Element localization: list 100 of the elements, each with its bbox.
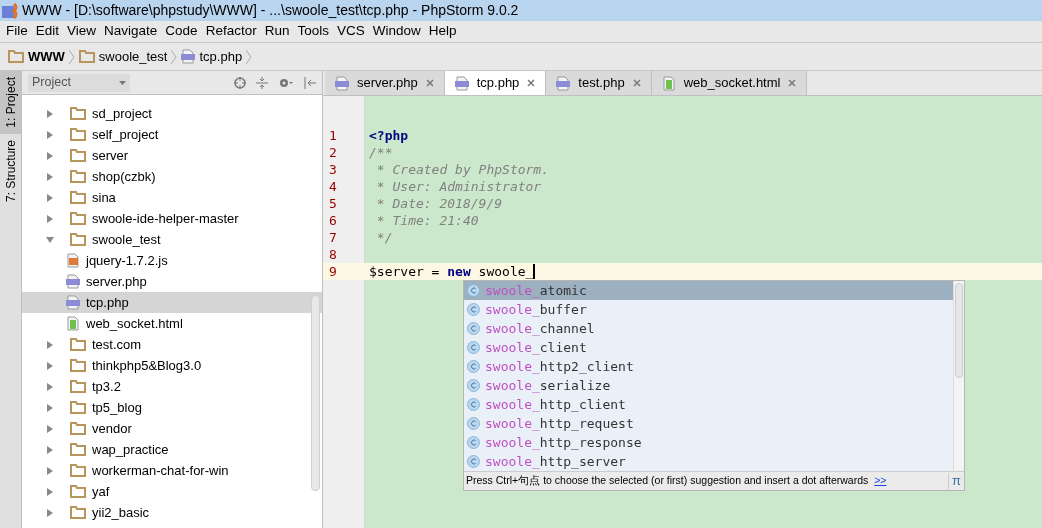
- class-icon: [467, 379, 480, 392]
- completion-item[interactable]: swoole_buffer: [464, 300, 953, 319]
- class-icon: [467, 417, 480, 430]
- collapse-arrow-icon[interactable]: [46, 235, 54, 244]
- expand-arrow-icon[interactable]: [46, 403, 54, 412]
- completion-item[interactable]: swoole_channel: [464, 319, 953, 338]
- editor-tab[interactable]: server.php: [325, 71, 445, 95]
- tree-item[interactable]: server.php: [22, 271, 322, 292]
- breadcrumb[interactable]: swoole_test: [98, 46, 168, 67]
- tree-item[interactable]: self_project: [22, 124, 322, 145]
- html-file-icon: [66, 316, 80, 331]
- completion-item[interactable]: swoole_http_request: [464, 414, 953, 433]
- completion-item[interactable]: swoole_serialize: [464, 376, 953, 395]
- expand-arrow-icon[interactable]: [46, 130, 54, 139]
- menu-item[interactable]: Edit: [31, 21, 64, 42]
- editor-tab[interactable]: test.php: [546, 71, 652, 95]
- more-link[interactable]: >>: [874, 473, 887, 489]
- pi-button[interactable]: π: [948, 472, 964, 490]
- code-line: /**: [368, 143, 393, 162]
- scrollbar[interactable]: [311, 295, 320, 491]
- code-line: $server = new swoole_: [368, 262, 534, 281]
- settings-icon[interactable]: [278, 76, 294, 89]
- menu-item[interactable]: Navigate: [100, 21, 162, 42]
- close-icon[interactable]: [632, 79, 641, 87]
- expand-arrow-icon[interactable]: [46, 424, 54, 433]
- php-file-icon: [454, 75, 469, 91]
- line-number: 6: [328, 211, 338, 230]
- expand-arrow-icon[interactable]: [46, 193, 54, 202]
- expand-arrow-icon[interactable]: [46, 214, 54, 223]
- editor-tab[interactable]: web_socket.html: [651, 71, 808, 95]
- breadcrumb[interactable]: WWW: [28, 46, 65, 67]
- folder-icon: [70, 464, 86, 477]
- class-icon: [467, 360, 480, 373]
- tree-item[interactable]: yaf: [22, 481, 322, 502]
- js-file-icon: [66, 253, 80, 268]
- menu-item[interactable]: Code: [161, 21, 202, 42]
- tree-item[interactable]: shop(czbk): [22, 166, 322, 187]
- expand-arrow-icon[interactable]: [46, 109, 54, 118]
- expand-arrow-icon[interactable]: [46, 445, 54, 454]
- crosshair-icon[interactable]: [234, 76, 246, 89]
- tree-item[interactable]: thinkphp5&Blog3.0: [22, 355, 322, 376]
- code-line: * Time: 21:40: [375, 211, 479, 230]
- menu-item[interactable]: Refactor: [201, 21, 261, 42]
- tree-item[interactable]: workerman-chat-for-win: [22, 460, 322, 481]
- collapse-all-icon[interactable]: [256, 76, 268, 89]
- editor-tab[interactable]: tcp.php: [444, 71, 547, 95]
- tree-item[interactable]: swoole-ide-helper-master: [22, 208, 322, 229]
- tree-item[interactable]: tcp.php: [22, 292, 322, 313]
- line-number: 3: [328, 160, 338, 179]
- line-number: 1: [328, 126, 338, 145]
- tree-item[interactable]: vendor: [22, 418, 322, 439]
- hide-panel-icon[interactable]: [304, 76, 316, 89]
- completion-item[interactable]: swoole_atomic: [464, 281, 953, 300]
- tool-window-tab[interactable]: 1: Project: [0, 71, 21, 134]
- close-icon[interactable]: [527, 79, 536, 87]
- tree-item[interactable]: test.com: [22, 334, 322, 355]
- tree-item[interactable]: web_socket.html: [22, 313, 322, 334]
- expand-arrow-icon[interactable]: [46, 508, 54, 517]
- tree-item[interactable]: yii2_basic: [22, 502, 322, 523]
- php-file-icon: [66, 274, 80, 289]
- close-icon[interactable]: [788, 79, 797, 87]
- tool-window-tab[interactable]: 7: Structure: [0, 133, 21, 208]
- tree-item[interactable]: tp3.2: [22, 376, 322, 397]
- completion-item[interactable]: swoole_http_server: [464, 452, 953, 471]
- close-icon[interactable]: [425, 79, 434, 87]
- folder-icon: [70, 380, 86, 393]
- window-title: WWW - [D:\software\phpstudy\WWW] - ...\swoole_test\tcp.php - PhpStorm 9.0.2: [22, 1, 519, 20]
- completion-item[interactable]: swoole_http2_client: [464, 357, 953, 376]
- app-icon: [2, 2, 18, 19]
- completion-item[interactable]: swoole_client: [464, 338, 953, 357]
- menu-item[interactable]: File: [2, 21, 32, 42]
- tree-item[interactable]: jquery-1.7.2.js: [22, 250, 322, 271]
- tree-item[interactable]: wap_practice: [22, 439, 322, 460]
- scrollbar[interactable]: [955, 283, 963, 378]
- expand-arrow-icon[interactable]: [46, 361, 54, 370]
- completion-item[interactable]: swoole_http_response: [464, 433, 953, 452]
- tree-item[interactable]: sina: [22, 187, 322, 208]
- expand-arrow-icon[interactable]: [46, 487, 54, 496]
- class-icon: [467, 303, 480, 316]
- menu-item[interactable]: Help: [424, 21, 461, 42]
- tree-item[interactable]: swoole_test: [22, 229, 322, 250]
- menu-item[interactable]: Window: [368, 21, 425, 42]
- expand-arrow-icon[interactable]: [46, 382, 54, 391]
- folder-icon: [70, 359, 86, 372]
- project-view-dropdown[interactable]: Project: [28, 73, 130, 92]
- class-icon: [467, 322, 480, 335]
- tree-item[interactable]: tp5_blog: [22, 397, 322, 418]
- menu-item[interactable]: Run: [260, 21, 294, 42]
- menu-item[interactable]: VCS: [332, 21, 369, 42]
- expand-arrow-icon[interactable]: [46, 466, 54, 475]
- tree-item[interactable]: sd_project: [22, 103, 322, 124]
- menu-item[interactable]: View: [63, 21, 101, 42]
- completion-item[interactable]: swoole_http_client: [464, 395, 953, 414]
- tree-item[interactable]: server: [22, 145, 322, 166]
- breadcrumb[interactable]: tcp.php: [199, 46, 243, 67]
- expand-arrow-icon[interactable]: [46, 340, 54, 349]
- expand-arrow-icon[interactable]: [46, 151, 54, 160]
- menu-item[interactable]: Tools: [293, 21, 333, 42]
- expand-arrow-icon[interactable]: [46, 172, 54, 181]
- folder-icon: [70, 212, 86, 225]
